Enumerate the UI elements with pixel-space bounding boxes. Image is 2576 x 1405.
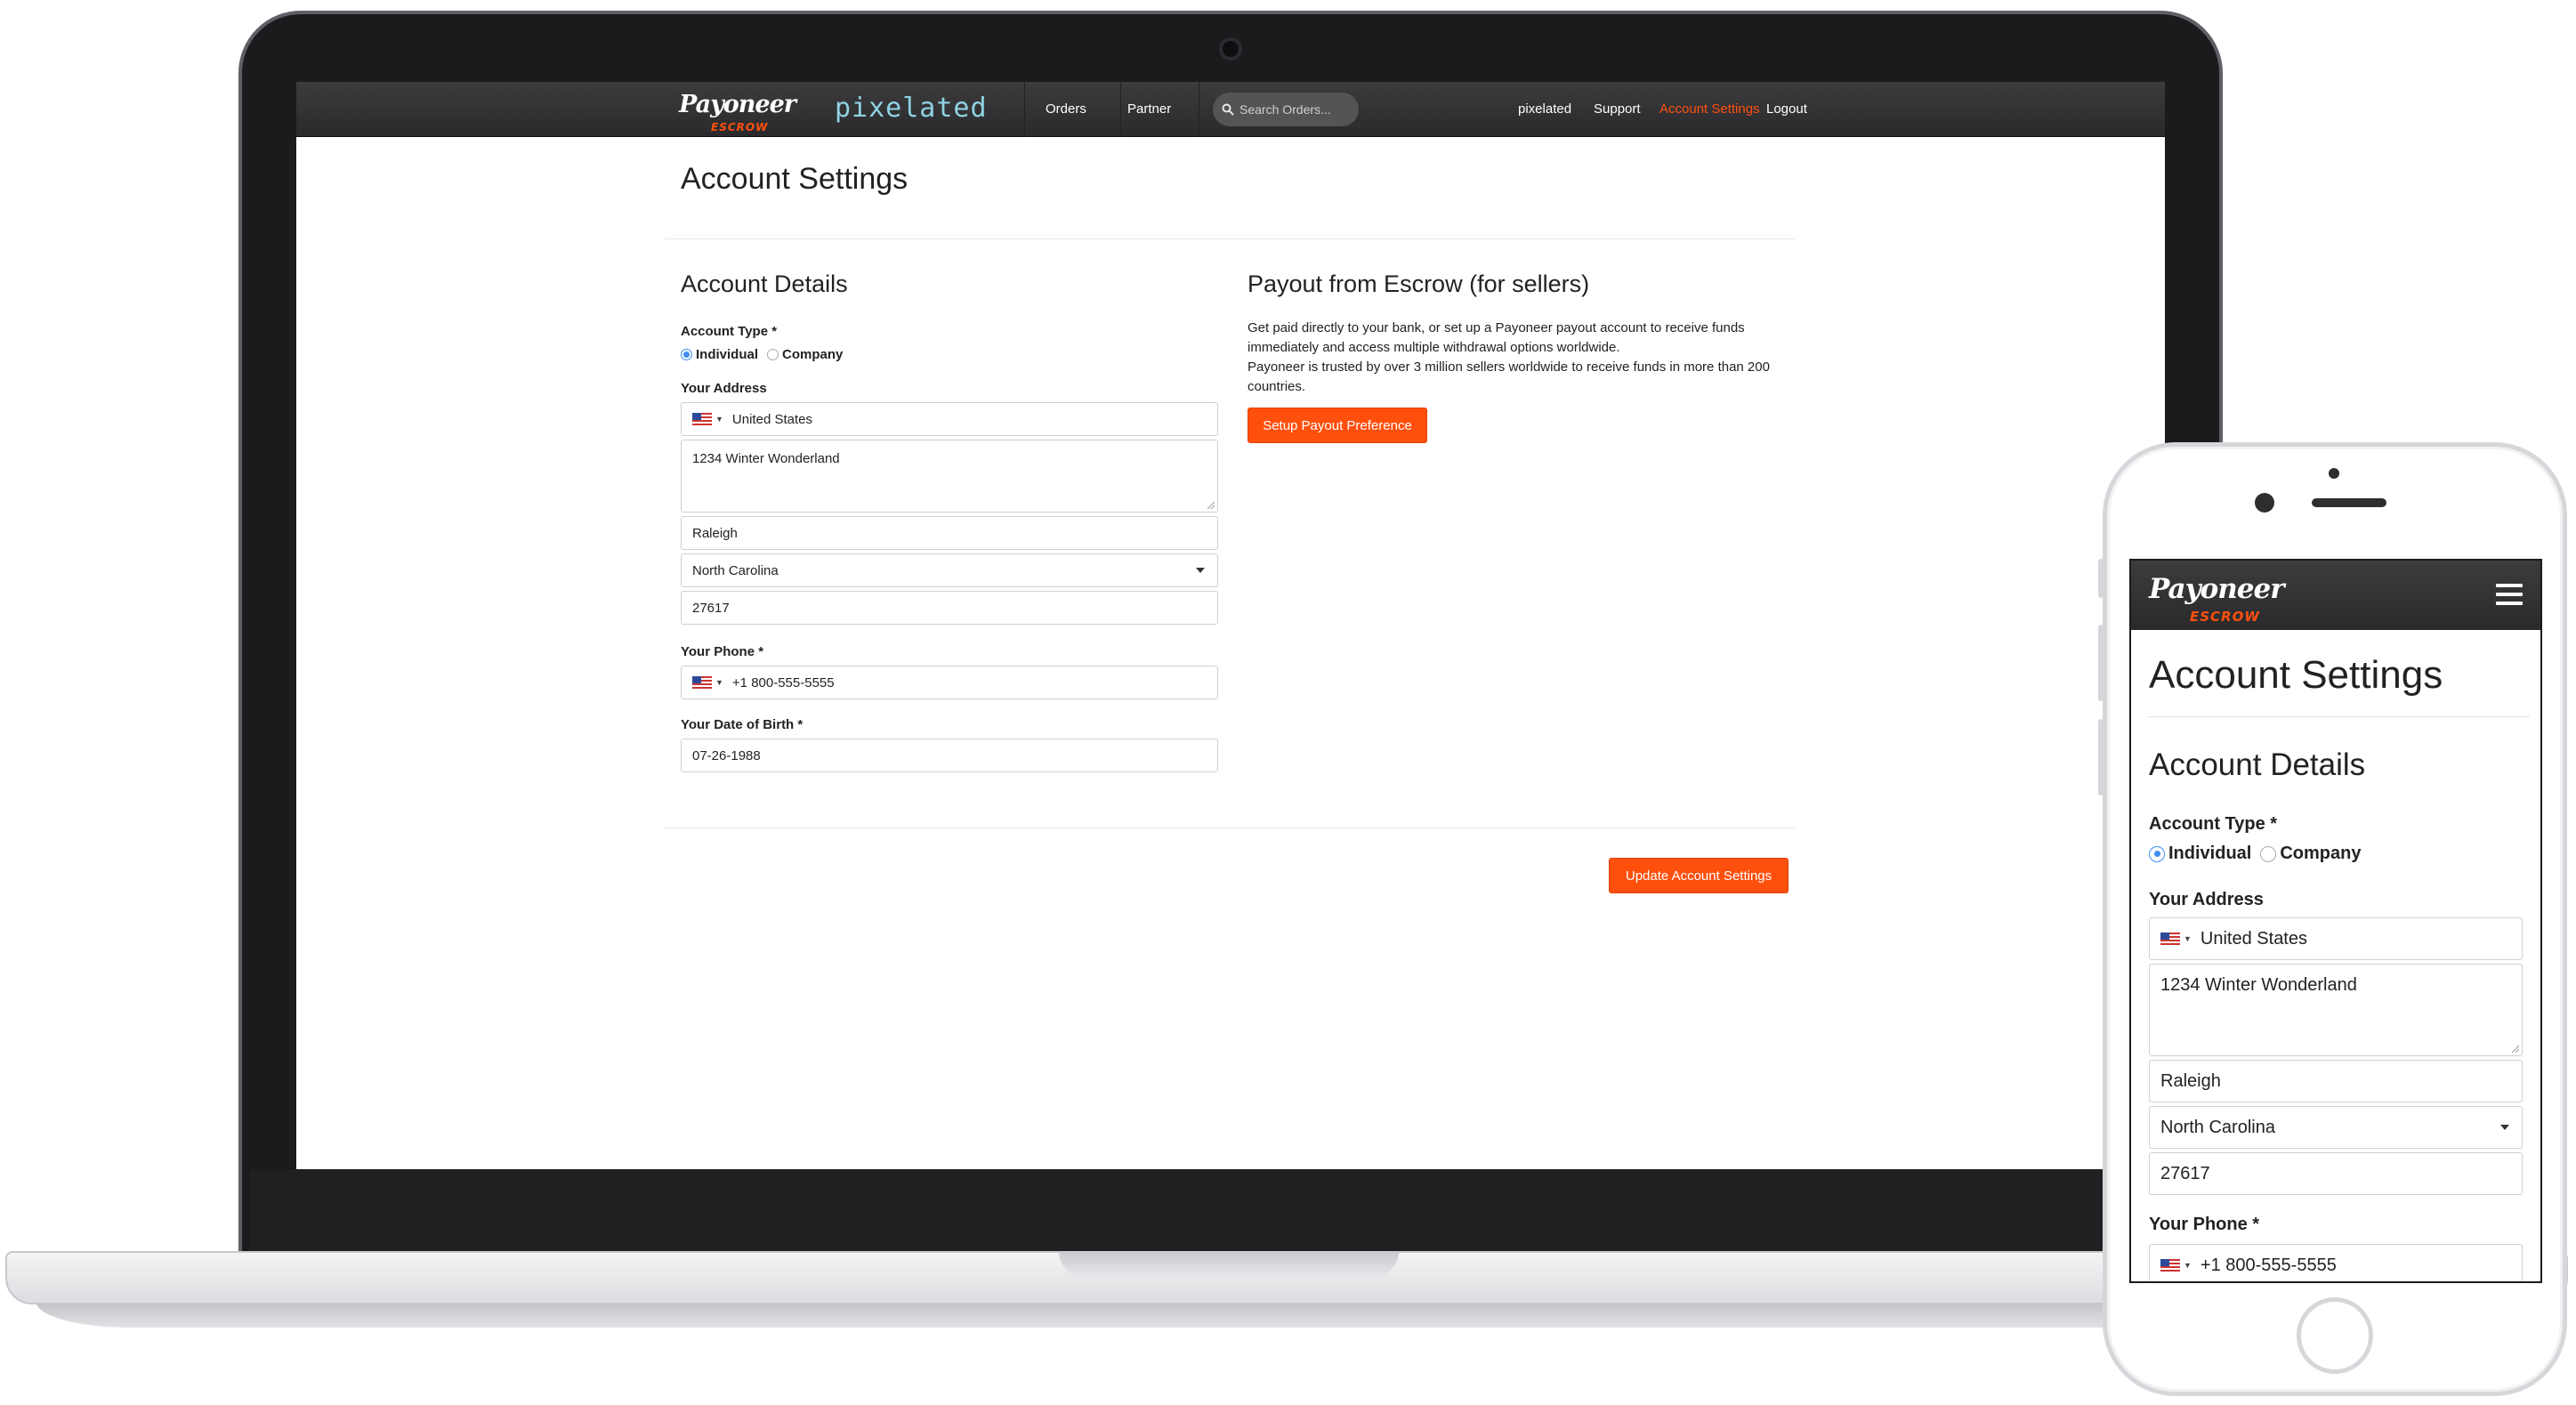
- hamburger-menu-icon[interactable]: [2496, 584, 2523, 607]
- dob-label: Your Date of Birth *: [681, 717, 803, 732]
- state-value: North Carolina: [2160, 1117, 2275, 1137]
- desktop-screen: Payoneer ESCROW pixelated Orders Partner…: [296, 82, 2165, 1169]
- phone-value: +1 800-555-5555: [2200, 1255, 2337, 1275]
- mobile-top-nav: Payoneer ESCROW: [2131, 561, 2540, 630]
- country-value: United States: [2200, 928, 2307, 949]
- street-address-textarea[interactable]: 1234 Winter Wonderland: [2149, 964, 2523, 1056]
- phone-input[interactable]: ▼ +1 800-555-5555: [681, 666, 1218, 699]
- phone-value: +1 800-555-5555: [731, 674, 835, 690]
- nav-link-partner[interactable]: Partner: [1127, 101, 1171, 117]
- state-select[interactable]: North Carolina: [681, 553, 1218, 587]
- laptop-camera: [1219, 37, 1242, 61]
- chevron-down-icon: [1196, 568, 1205, 573]
- phone-camera: [2255, 493, 2274, 513]
- state-value: North Carolina: [692, 562, 779, 578]
- logo-sub: ESCROW: [711, 121, 769, 133]
- nav-link-logout[interactable]: Logout: [1766, 101, 1807, 117]
- account-details-heading: Account Details: [2149, 747, 2366, 782]
- page-title: Account Settings: [2149, 653, 2443, 697]
- dob-input[interactable]: 07-26-1988: [681, 739, 1218, 772]
- caret-down-icon: ▼: [715, 415, 723, 424]
- payout-trust-text: Payoneer is trusted by over 3 million se…: [1248, 359, 1770, 394]
- resize-grip-icon[interactable]: [2510, 1044, 2519, 1053]
- radio-individual[interactable]: [2149, 845, 2165, 862]
- account-type-radio-group: Individual Company: [2149, 844, 2370, 864]
- search-icon: [1222, 103, 1234, 116]
- title-divider: [665, 238, 1795, 239]
- page-title: Account Settings: [681, 162, 908, 196]
- radio-individual[interactable]: [681, 349, 692, 360]
- us-flag-icon: [692, 413, 712, 425]
- phone-label: Your Phone *: [681, 644, 764, 659]
- caret-down-icon: ▼: [2184, 1261, 2192, 1270]
- street-address-textarea[interactable]: 1234 Winter Wonderland: [681, 440, 1218, 513]
- chevron-down-icon: [2500, 1125, 2509, 1130]
- phone-label: Your Phone *: [2149, 1215, 2260, 1234]
- logo-word: Payoneer: [2149, 573, 2285, 605]
- account-details-heading: Account Details: [681, 271, 848, 297]
- city-input[interactable]: Raleigh: [681, 516, 1218, 550]
- nav-link-support[interactable]: Support: [1594, 101, 1641, 117]
- nav-link-user[interactable]: pixelated: [1518, 101, 1571, 117]
- us-flag-icon: [2160, 933, 2180, 945]
- account-type-label: Account Type *: [681, 324, 778, 339]
- dob-value: 07-26-1988: [692, 747, 761, 763]
- radio-company[interactable]: [2260, 845, 2277, 862]
- radio-individual-label[interactable]: Individual: [696, 347, 758, 362]
- setup-payout-button[interactable]: Setup Payout Preference: [1248, 408, 1427, 443]
- city-value: Raleigh: [692, 525, 738, 541]
- mobile-screen: Payoneer ESCROW Account Settings Account…: [2129, 559, 2542, 1283]
- logo-sub: ESCROW: [2190, 609, 2260, 625]
- us-flag-icon: [692, 676, 712, 689]
- account-type-radio-group: Individual Company: [681, 347, 852, 362]
- radio-company[interactable]: [767, 349, 779, 360]
- phone-speaker: [2312, 498, 2386, 507]
- nav-link-account-settings[interactable]: Account Settings: [1659, 101, 1760, 117]
- payout-heading: Payout from Escrow (for sellers): [1248, 271, 1590, 297]
- radio-company-label[interactable]: Company: [2280, 844, 2361, 864]
- zip-value: 27617: [692, 600, 730, 616]
- radio-individual-label[interactable]: Individual: [2168, 844, 2251, 864]
- caret-down-icon: ▼: [2184, 934, 2192, 943]
- address-label: Your Address: [2149, 890, 2264, 909]
- us-flag-icon: [2160, 1259, 2180, 1272]
- search-placeholder: Search Orders...: [1240, 102, 1331, 117]
- top-nav: Payoneer ESCROW pixelated Orders Partner…: [296, 82, 2165, 137]
- payout-description: Get paid directly to your bank, or set u…: [1248, 320, 1745, 355]
- zip-input[interactable]: 27617: [681, 591, 1218, 625]
- city-input[interactable]: Raleigh: [2149, 1060, 2523, 1102]
- brand-name[interactable]: pixelated: [835, 93, 988, 124]
- payoneer-logo[interactable]: Payoneer ESCROW: [679, 91, 796, 133]
- address-label: Your Address: [681, 381, 767, 396]
- caret-down-icon: ▼: [715, 678, 723, 687]
- city-value: Raleigh: [2160, 1070, 2221, 1091]
- country-select[interactable]: ▼ United States: [681, 402, 1218, 436]
- street-value: 1234 Winter Wonderland: [692, 451, 840, 466]
- phone-input[interactable]: ▼ +1 800-555-5555: [2149, 1244, 2523, 1281]
- laptop-chin: [249, 1169, 2212, 1256]
- zip-value: 27617: [2160, 1163, 2210, 1183]
- country-value: United States: [731, 411, 812, 427]
- phone-home-button[interactable]: [2297, 1297, 2373, 1374]
- account-type-label: Account Type *: [2149, 814, 2278, 834]
- laptop-notch: [1059, 1251, 1399, 1278]
- update-account-settings-button[interactable]: Update Account Settings: [1609, 858, 1789, 893]
- logo-word: Payoneer: [679, 91, 796, 118]
- nav-separator: [1024, 82, 1025, 137]
- resize-grip-icon[interactable]: [1206, 500, 1215, 509]
- zip-input[interactable]: 27617: [2149, 1152, 2523, 1195]
- phone-sensor: [2329, 468, 2339, 479]
- search-input[interactable]: Search Orders...: [1213, 93, 1359, 126]
- nav-link-orders[interactable]: Orders: [1046, 101, 1086, 117]
- nav-separator: [1120, 82, 1121, 137]
- payoneer-logo[interactable]: Payoneer ESCROW: [2149, 573, 2285, 625]
- state-select[interactable]: North Carolina: [2149, 1106, 2523, 1149]
- radio-company-label[interactable]: Company: [782, 347, 843, 362]
- street-value: 1234 Winter Wonderland: [2160, 975, 2357, 995]
- country-select[interactable]: ▼ United States: [2149, 917, 2523, 960]
- title-divider: [2147, 716, 2530, 717]
